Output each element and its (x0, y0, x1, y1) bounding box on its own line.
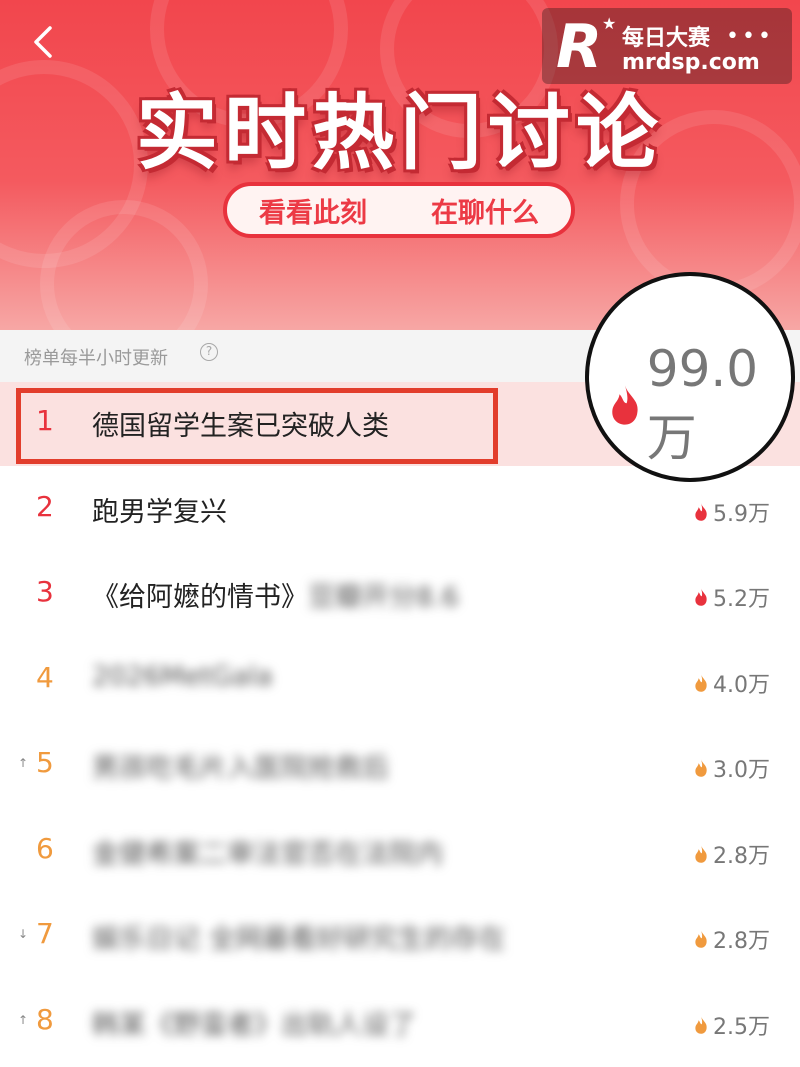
heat-number: 5.9万 (713, 501, 770, 527)
list-item[interactable]: ↑ 5 男孩吃毛片入医院抢救后 3.0万 (0, 724, 800, 808)
list-item[interactable]: 3 《给阿嬷的情书》豆瓣开分8.6 5.2万 (0, 553, 800, 637)
callout-heat-value: 99.0万 (646, 340, 759, 467)
list-item[interactable]: 4 2026MetGala 4.0万 (0, 639, 800, 723)
list-item[interactable]: ↓ 7 娱乐日记 全网最看好研究生的存在 2.8万 (0, 895, 800, 979)
blurred-title-text: 金健希案二审法官否在法院内 (92, 838, 443, 870)
help-icon[interactable]: ? (200, 343, 218, 361)
rank-number: 1 (36, 404, 54, 437)
rank-number: 4 (36, 660, 54, 694)
rank-number: 7 (36, 917, 54, 950)
topic-title: 跑男学复兴 (92, 490, 227, 529)
heat-value: 5.2万 (693, 581, 770, 613)
watermark-url: mrdsp.com (622, 50, 760, 75)
flame-icon (695, 502, 707, 521)
flame-icon (695, 1015, 707, 1034)
trend-arrow: ↓ (18, 927, 29, 941)
subtitle-left: 看看此刻 (259, 197, 367, 229)
topic-title: 韩某《野蛮者》出轨人设了 (92, 1003, 416, 1042)
flame-icon (695, 673, 707, 692)
heat-number: 2.8万 (713, 843, 770, 869)
rank-number: 2 (36, 489, 54, 523)
heat-value: 3.0万 (693, 752, 770, 784)
topic-title: 2026MetGala (92, 661, 273, 692)
heat-value: 2.8万 (693, 838, 770, 870)
chevron-left-icon (34, 26, 52, 58)
blurred-title-text: 2026MetGala (92, 660, 273, 692)
callout-heat: 99.0万 (607, 340, 791, 470)
subtitle-pill: 看看此刻 在聊什么 (223, 182, 575, 238)
rank-number: 5 (36, 746, 54, 779)
list-item[interactable]: 6 金健希案二审法官否在法院内 2.8万 (0, 810, 800, 894)
blurred-title-text: 娱乐日记 全网最看好研究生的存在 (92, 924, 506, 955)
heat-value: 5.9万 (693, 496, 770, 528)
topic-title-text: 跑男学复兴 (92, 496, 227, 528)
blurred-title-text: 豆瓣开分8.6 (308, 582, 459, 613)
flame-icon (695, 844, 707, 863)
topic-title-text: 《给阿嬷的情书》 (92, 582, 308, 613)
heat-number: 4.0万 (713, 672, 770, 698)
heat-number: 2.5万 (713, 1014, 770, 1040)
watermark: R ★ 每日大赛 ••• mrdsp.com (542, 8, 792, 84)
topic-title: 《给阿嬷的情书》豆瓣开分8.6 (92, 575, 459, 614)
watermark-logo: R (556, 12, 603, 82)
topic-title-text: 德国留学生案已突破人类 (92, 411, 389, 442)
blurred-title-text: 男孩吃毛片入医院抢救后 (92, 753, 389, 784)
watermark-title: 每日大赛 (622, 26, 711, 51)
more-icon[interactable]: ••• (726, 24, 774, 49)
heat-callout: 99.0万 (585, 272, 795, 482)
flame-icon (695, 930, 707, 948)
topic-title: 娱乐日记 全网最看好研究生的存在 (92, 917, 506, 956)
heat-value: 4.0万 (693, 667, 770, 699)
topic-title: 德国留学生案已突破人类 (92, 404, 389, 443)
list-item[interactable]: ↑ 8 韩某《野蛮者》出轨人设了 2.5万 (0, 981, 800, 1065)
trend-arrow: ↑ (18, 756, 29, 770)
heat-value: 2.8万 (693, 923, 770, 955)
heat-value: 2.5万 (693, 1009, 770, 1041)
star-icon: ★ (602, 14, 617, 33)
heat-number: 3.0万 (713, 758, 770, 783)
flame-icon (695, 588, 707, 606)
update-info-text: 榜单每半小时更新 (24, 348, 168, 369)
rank-number: 8 (36, 1002, 54, 1036)
trend-arrow: ↑ (18, 1012, 29, 1027)
blurred-title-text: 韩某《野蛮者》出轨人设了 (92, 1009, 416, 1041)
subtitle-right: 在聊什么 (431, 197, 539, 229)
heat-number: 5.2万 (713, 587, 770, 612)
back-button[interactable] (26, 22, 62, 62)
heat-number: 2.8万 (713, 929, 770, 954)
flame-icon (612, 385, 638, 425)
flame-icon (695, 759, 707, 777)
rank-number: 6 (36, 831, 54, 865)
rank-number: 3 (36, 575, 54, 608)
topic-title: 男孩吃毛片入医院抢救后 (92, 746, 389, 785)
topic-title: 金健希案二审法官否在法院内 (92, 832, 443, 871)
